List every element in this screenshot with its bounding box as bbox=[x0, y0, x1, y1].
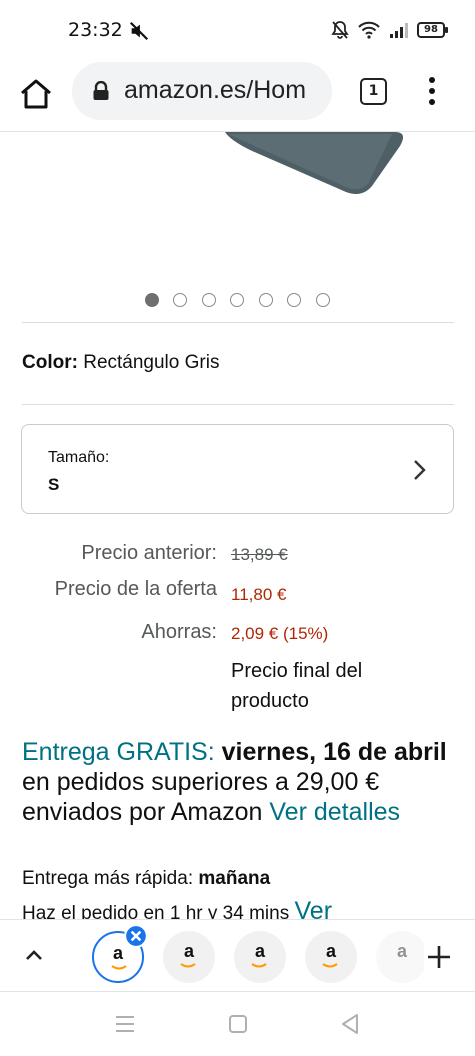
chevron-up-icon[interactable] bbox=[22, 944, 46, 968]
tab-thumbnail[interactable]: a bbox=[163, 931, 215, 983]
offer-price-value: 11,80 € bbox=[231, 585, 287, 604]
close-icon[interactable] bbox=[124, 924, 148, 948]
chevron-right-icon bbox=[414, 460, 426, 480]
carousel-dot[interactable] bbox=[287, 293, 301, 307]
wifi-icon bbox=[358, 21, 380, 39]
system-nav-bar bbox=[0, 992, 475, 1056]
divider bbox=[22, 404, 454, 405]
battery-icon: 98 bbox=[417, 22, 448, 38]
alarm-off-icon bbox=[331, 21, 349, 39]
home-icon[interactable] bbox=[18, 76, 54, 112]
carousel-dot[interactable] bbox=[230, 293, 244, 307]
color-label: Color: bbox=[22, 352, 78, 373]
amazon-smile-icon bbox=[180, 963, 196, 968]
color-value: Rectángulo Gris bbox=[83, 352, 220, 373]
order-countdown: Haz el pedido en 1 hr y 34 mins Ver bbox=[22, 897, 332, 919]
recents-icon[interactable] bbox=[114, 1014, 136, 1034]
status-icons: 98 bbox=[331, 20, 448, 40]
tab-thumbnail[interactable]: a bbox=[376, 931, 428, 983]
fast-delivery-value: mañana bbox=[198, 868, 271, 889]
delivery-info: Entrega GRATIS: viernes, 16 de abril en … bbox=[22, 737, 452, 827]
divider bbox=[22, 322, 454, 323]
lock-icon[interactable] bbox=[92, 81, 110, 101]
size-value: S bbox=[48, 475, 60, 494]
page: 23:32 98 amazon.es/Hom 1 Color: Rectángu… bbox=[0, 0, 475, 1056]
status-bar: 23:32 98 bbox=[0, 0, 475, 60]
final-price-note: Precio final del producto bbox=[231, 660, 363, 712]
savings-label: Ahorras: bbox=[141, 621, 217, 643]
delivery-details-link[interactable]: Ver detalles bbox=[269, 798, 400, 826]
color-row: Color: Rectángulo Gris bbox=[22, 352, 219, 374]
savings-value: 2,09 € (15%) bbox=[231, 624, 329, 643]
carousel-dots bbox=[0, 293, 475, 309]
order-details-link[interactable]: Ver bbox=[295, 897, 333, 919]
carousel-dot[interactable] bbox=[316, 293, 330, 307]
tab-favicon-label: a bbox=[254, 941, 265, 961]
tab-thumbnail[interactable]: a bbox=[234, 931, 286, 983]
offer-price-label: Precio de la oferta bbox=[54, 578, 217, 600]
size-label: Tamaño: bbox=[48, 449, 110, 466]
previous-price-label: Precio anterior: bbox=[81, 542, 217, 564]
more-vert-icon[interactable] bbox=[420, 74, 444, 108]
tab-group-bar: a a a a a bbox=[0, 919, 475, 992]
tab-thumbnail[interactable]: a bbox=[305, 931, 357, 983]
nav-home-icon[interactable] bbox=[228, 1014, 248, 1034]
carousel-dot[interactable] bbox=[259, 293, 273, 307]
carousel-dot[interactable] bbox=[173, 293, 187, 307]
url-bar[interactable]: amazon.es/Hom bbox=[72, 62, 332, 120]
back-icon[interactable] bbox=[340, 1012, 360, 1036]
tab-switcher-icon[interactable]: 1 bbox=[360, 78, 387, 105]
previous-price-value: 13,89 € bbox=[231, 545, 288, 564]
url-text[interactable]: amazon.es/Hom bbox=[124, 76, 306, 105]
tab-favicon-label: a bbox=[396, 941, 407, 961]
status-time: 23:32 bbox=[68, 19, 123, 41]
free-delivery-label: Entrega GRATIS: bbox=[22, 738, 215, 766]
size-selector[interactable]: Tamaño: S bbox=[21, 424, 454, 514]
carousel-dot[interactable] bbox=[202, 293, 216, 307]
amazon-smile-icon bbox=[322, 963, 338, 968]
order-countdown-text: Haz el pedido en 1 hr y 34 mins bbox=[22, 903, 290, 919]
tab-favicon-label: a bbox=[183, 941, 194, 961]
mute-icon bbox=[129, 21, 149, 41]
add-tab-icon[interactable] bbox=[424, 942, 454, 972]
product-image[interactable] bbox=[0, 132, 475, 282]
delivery-date: viernes, 16 de abril bbox=[221, 738, 447, 766]
amazon-smile-icon bbox=[111, 965, 127, 970]
carousel-dot[interactable] bbox=[145, 293, 159, 307]
fast-delivery: Entrega más rápida: mañana bbox=[22, 868, 270, 890]
tab-favicon-label: a bbox=[325, 941, 336, 961]
browser-toolbar: amazon.es/Hom 1 bbox=[0, 60, 475, 132]
amazon-smile-icon bbox=[251, 963, 267, 968]
signal-icon bbox=[390, 23, 408, 38]
fast-delivery-label: Entrega más rápida: bbox=[22, 868, 194, 889]
